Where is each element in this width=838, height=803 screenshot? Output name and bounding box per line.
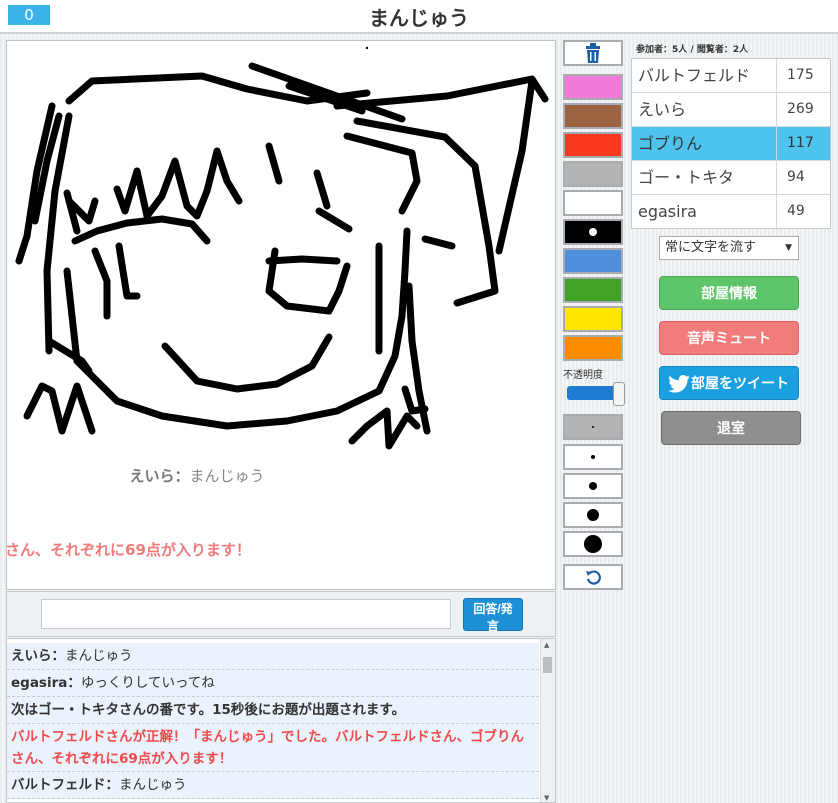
chat-text: まんじゅう [65, 648, 133, 664]
scroll-down-icon[interactable]: ▼ [544, 794, 549, 802]
chat-row: egasira：ゆっくりしていってね [7, 670, 539, 697]
player-name: ゴー・トキタ [632, 161, 777, 194]
color-swatch[interactable] [563, 306, 623, 332]
player-row: egasira 49 [632, 195, 830, 228]
chat-name: egasira： [11, 675, 81, 691]
player-name: ゴブりん [632, 127, 777, 160]
player-row: えいら 269 [632, 93, 830, 127]
send-button[interactable]: 回答/発言 [463, 598, 523, 633]
scrolling-message: さん、それぞれに69点が入ります！ [6, 541, 251, 559]
chat-text: 次はゴー・トキタさんの番です。15秒後にお題が出題されます。 [11, 702, 406, 718]
color-swatch[interactable] [563, 103, 623, 129]
ticker-mode-value: 常に文字を流す [665, 240, 757, 255]
chat-scrollbar[interactable]: ▲ ▼ [540, 639, 555, 802]
chat-row: バルトフェルド：まんじゅう [7, 772, 539, 799]
last-answer: えいら：まんじゅう [7, 465, 387, 486]
top-bar: 0 まんじゅう [0, 0, 838, 34]
chat-text: ゆっくりしていってね [80, 675, 215, 691]
chat-row: えいら：まんじゅう [7, 643, 539, 670]
player-score: 175 [787, 67, 814, 83]
page-title: まんじゅう [369, 6, 469, 30]
player-name: バルトフェルド [632, 59, 777, 92]
color-swatch[interactable] [563, 277, 623, 303]
player-name: egasira [632, 195, 777, 228]
chevron-down-icon: ▼ [785, 243, 792, 253]
player-score: 49 [787, 203, 805, 219]
pen-size-2[interactable] [563, 444, 623, 470]
drawing-canvas[interactable]: えいら：まんじゅう さん、それぞれに69点が入ります！ [6, 40, 556, 590]
player-score: 117 [787, 135, 814, 151]
twitter-bird-icon [668, 375, 690, 393]
player-row-active: ゴブりん 117 [632, 127, 830, 161]
leave-room-button[interactable]: 退室 [661, 411, 801, 445]
opacity-knob[interactable] [613, 382, 625, 406]
clear-canvas-button[interactable] [563, 40, 623, 66]
player-row: バルトフェルド 175 [632, 59, 830, 93]
color-swatch[interactable] [563, 190, 623, 216]
opacity-label: 不透明度 [563, 370, 603, 381]
opacity-slider[interactable] [567, 382, 625, 406]
answer-input[interactable] [41, 599, 451, 629]
color-swatch[interactable] [563, 335, 623, 361]
pen-size-5[interactable] [563, 531, 623, 557]
room-info: 参加者：5人 / 閲覧者：2人 [636, 45, 749, 55]
chat-log: えいら：まんじゅう egasira：ゆっくりしていってね 次はゴー・トキタさんの… [6, 638, 556, 803]
player-list: バルトフェルド 175 えいら 269 ゴブりん 117 ゴー・トキタ 94 egasi… [631, 58, 831, 229]
color-swatch[interactable] [563, 248, 623, 274]
chat-text: まんじゅう [119, 777, 187, 793]
player-name: えいら [632, 93, 777, 126]
player-row: ゴー・トキタ 94 [632, 161, 830, 195]
selected-indicator [589, 228, 597, 236]
chat-name: バルトフェルド： [11, 777, 119, 793]
chat-text: バルトフェルドさんが正解！「まんじゅう」でした。バルトフェルドさん、ゴブりんさん… [11, 729, 524, 767]
answer-name: えいら： [129, 467, 190, 485]
color-swatch[interactable] [563, 219, 623, 245]
chat-row: バルトフェルドさんが正解！「まんじゅう」でした。バルトフェルドさん、ゴブりんさん… [7, 724, 539, 772]
undo-button[interactable] [563, 564, 623, 590]
scroll-thumb[interactable] [543, 657, 552, 673]
mute-audio-button[interactable]: 音声ミュート [659, 321, 799, 355]
player-score: 94 [787, 169, 805, 185]
chat-name: えいら： [11, 648, 65, 664]
chat-row: 次はゴー・トキタさんの番です。15秒後にお題が出題されます。 [7, 697, 539, 724]
answer-text: まんじゅう [189, 467, 265, 485]
tweet-room-button[interactable]: 部屋をツイート [659, 366, 799, 400]
room-info-button[interactable]: 部屋情報 [659, 276, 799, 310]
scroll-up-icon[interactable]: ▲ [544, 641, 549, 649]
color-swatch[interactable] [563, 132, 623, 158]
pen-size-4[interactable] [563, 502, 623, 528]
input-bar: 回答/発言 [6, 591, 556, 637]
player-score: 269 [787, 101, 814, 117]
opacity-track [567, 386, 619, 400]
undo-icon [586, 570, 601, 585]
pen-size-3[interactable] [563, 473, 623, 499]
color-swatch[interactable] [563, 74, 623, 100]
trash-icon [586, 43, 600, 63]
drawing-strokes [15, 46, 549, 450]
pen-size-1[interactable] [563, 414, 623, 440]
color-swatch[interactable] [563, 161, 623, 187]
ticker-mode-select[interactable]: 常に文字を流す ▼ [659, 236, 799, 260]
